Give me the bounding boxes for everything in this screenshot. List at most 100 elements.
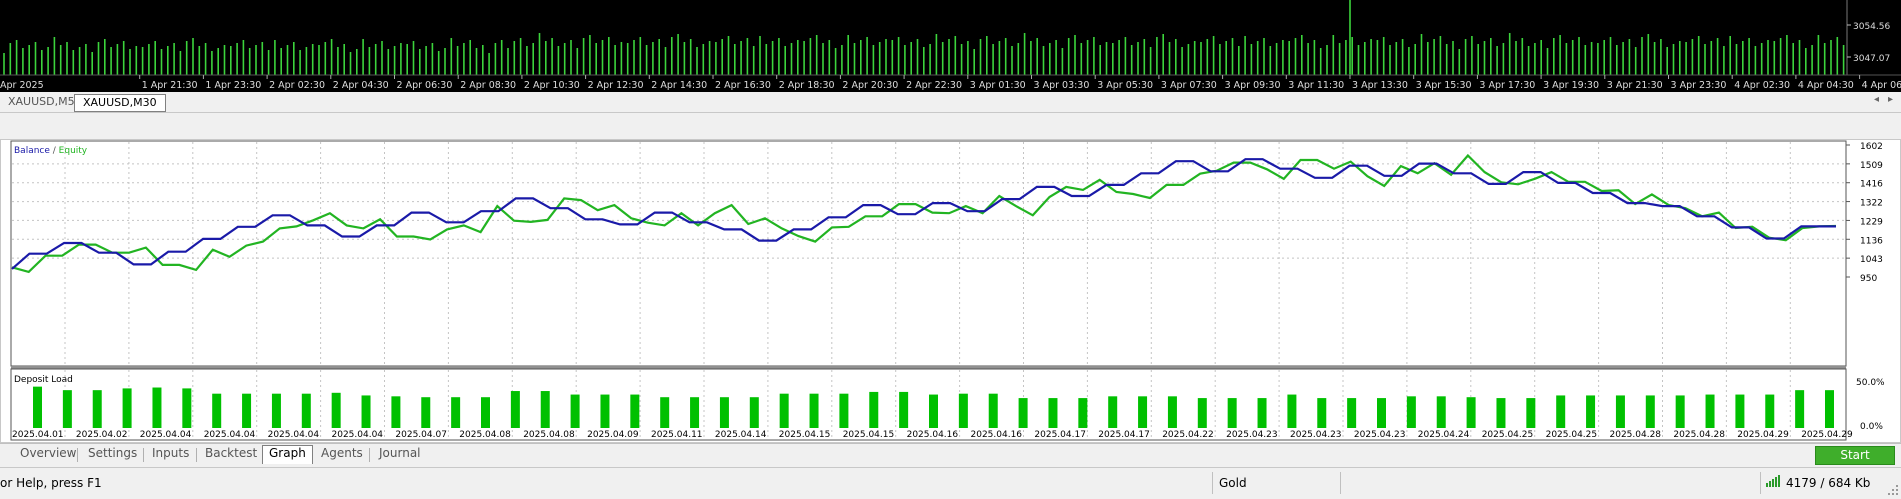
deposit-load-bar bbox=[33, 386, 42, 428]
status-divider bbox=[1340, 472, 1341, 494]
deposit-y-label: 50.0% bbox=[1856, 378, 1885, 388]
deposit-load-bar bbox=[570, 394, 580, 428]
time-label: 1 Apr 21:30 bbox=[142, 80, 198, 91]
deposit-load-bar bbox=[1825, 390, 1834, 428]
status-divider bbox=[1212, 472, 1213, 494]
tab-backtest[interactable]: Backtest bbox=[199, 446, 263, 464]
legend-separator: / bbox=[50, 146, 59, 156]
time-label: Apr 2025 bbox=[0, 80, 44, 91]
deposit-load-bar bbox=[1795, 390, 1805, 428]
deposit-load-bar bbox=[929, 394, 938, 428]
tab-graph[interactable]: Graph bbox=[262, 445, 313, 464]
symbol-name: Gold bbox=[1219, 476, 1247, 490]
date-label: 2025.04.16 bbox=[907, 430, 959, 440]
symbol-tab-m30[interactable]: XAUUSD,M30 bbox=[74, 94, 166, 112]
deposit-load-bar bbox=[1675, 395, 1685, 428]
deposit-load-bar bbox=[1227, 398, 1237, 428]
time-label: 2 Apr 06:30 bbox=[397, 80, 453, 91]
time-label: 3 Apr 05:30 bbox=[1097, 80, 1153, 91]
time-label: 2 Apr 02:30 bbox=[269, 80, 325, 91]
status-bar: or Help, press F1 Gold 4179 / 684 Kb bbox=[0, 467, 1901, 499]
connection-signal-icon bbox=[1766, 475, 1780, 490]
deposit-load-bar bbox=[451, 397, 461, 428]
deposit-load-bar bbox=[421, 397, 431, 428]
deposit-load-bar bbox=[361, 395, 371, 428]
deposit-load-bar bbox=[1287, 394, 1297, 428]
deposit-load-bar bbox=[988, 393, 998, 428]
date-label: 2025.04.17 bbox=[1034, 430, 1086, 440]
date-label: 2025.04.15 bbox=[779, 430, 831, 440]
time-label: 2 Apr 18:30 bbox=[779, 80, 835, 91]
tester-graph-panel: 1602 1509 1416 1322 1229 1136 1043 950 Balance /… bbox=[0, 139, 1901, 443]
resize-grip-icon[interactable] bbox=[1887, 484, 1899, 499]
time-label: 3 Apr 11:30 bbox=[1288, 80, 1344, 91]
deposit-load-bar bbox=[779, 393, 789, 428]
deposit-load-bar bbox=[481, 397, 490, 428]
deposit-load-bar bbox=[182, 388, 192, 428]
deposit-load-bar bbox=[630, 394, 640, 428]
date-label: 2025.04.02 bbox=[76, 430, 128, 440]
date-label: 2025.04.29 bbox=[1801, 430, 1853, 440]
time-label: 2 Apr 10:30 bbox=[524, 80, 580, 91]
deposit-load-bar bbox=[1048, 398, 1058, 428]
time-label: 2 Apr 20:30 bbox=[842, 80, 898, 91]
deposit-load-bar bbox=[1735, 394, 1745, 428]
y-tick-label: 1416 bbox=[1860, 180, 1883, 190]
y-tick-label: 1322 bbox=[1860, 199, 1883, 209]
deposit-load-bar bbox=[391, 396, 401, 428]
date-label: 2025.04.23 bbox=[1226, 430, 1278, 440]
graph-background bbox=[0, 139, 1901, 443]
deposit-load-bar bbox=[1556, 395, 1566, 428]
time-label: 2 Apr 08:30 bbox=[460, 80, 516, 91]
deposit-load-bar bbox=[1167, 396, 1177, 428]
tab-divider bbox=[196, 448, 197, 462]
traffic-counter: 4179 / 684 Kb bbox=[1786, 476, 1871, 490]
y-tick-label: 1229 bbox=[1860, 217, 1883, 227]
deposit-load-bar bbox=[1406, 396, 1416, 428]
deposit-load-bar bbox=[1257, 398, 1267, 428]
time-label: 2 Apr 04:30 bbox=[333, 80, 389, 91]
scroll-right-icon[interactable]: ▸ bbox=[1888, 94, 1893, 105]
price-label: 3054.56 bbox=[1853, 22, 1890, 32]
deposit-load-bar bbox=[1705, 394, 1715, 428]
tester-tabs: Overview Settings Inputs Backtest Graph … bbox=[0, 443, 1901, 466]
date-label: 2025.04.23 bbox=[1354, 430, 1406, 440]
y-tick-label: 950 bbox=[1860, 274, 1877, 284]
deposit-y-label: 0.0% bbox=[1860, 422, 1883, 432]
date-label: 2025.04.15 bbox=[843, 430, 895, 440]
date-label: 2025.04.28 bbox=[1673, 430, 1725, 440]
scroll-left-icon[interactable]: ◂ bbox=[1874, 94, 1879, 105]
date-label: 2025.04.08 bbox=[523, 430, 575, 440]
deposit-load-bar bbox=[242, 393, 252, 428]
deposit-load-bar bbox=[92, 390, 102, 428]
tab-settings[interactable]: Settings bbox=[82, 446, 143, 464]
tab-overview[interactable]: Overview bbox=[14, 446, 83, 464]
tab-inputs[interactable]: Inputs bbox=[146, 446, 195, 464]
date-label: 2025.04.07 bbox=[395, 430, 447, 440]
date-label: 2025.04.25 bbox=[1546, 430, 1598, 440]
date-label: 2025.04.09 bbox=[587, 430, 639, 440]
deposit-load-bar bbox=[1078, 398, 1088, 428]
y-tick-label: 1509 bbox=[1860, 161, 1883, 171]
symbol-tab-m5[interactable]: XAUUSD,M5 bbox=[0, 94, 83, 110]
time-label: 3 Apr 23:30 bbox=[1671, 80, 1727, 91]
tab-agents[interactable]: Agents bbox=[315, 446, 369, 464]
price-chart-canvas[interactable]: 3054.56 3047.07 Apr 2025 1 Apr 21:30 1 Apr 2… bbox=[0, 0, 1901, 92]
deposit-load-bar bbox=[510, 391, 520, 428]
date-label: 2025.04.11 bbox=[651, 430, 703, 440]
deposit-load-bar bbox=[749, 397, 759, 428]
date-label: 2025.04.28 bbox=[1610, 430, 1662, 440]
start-button[interactable]: Start bbox=[1815, 446, 1895, 465]
deposit-load-bar bbox=[1347, 398, 1357, 428]
date-label: 2025.04.01 bbox=[12, 430, 64, 440]
deposit-load-bar bbox=[1765, 394, 1775, 428]
date-label: 2025.04.04 bbox=[140, 430, 192, 440]
deposit-load-bar bbox=[301, 393, 311, 428]
legend-balance: Balance bbox=[14, 146, 50, 156]
date-label: 2025.04.23 bbox=[1290, 430, 1342, 440]
time-label: 3 Apr 03:30 bbox=[1034, 80, 1090, 91]
date-label: 2025.04.04 bbox=[268, 430, 320, 440]
deposit-load-bar bbox=[690, 397, 700, 428]
tab-journal[interactable]: Journal bbox=[373, 446, 427, 464]
deposit-load-bar bbox=[1466, 397, 1476, 428]
